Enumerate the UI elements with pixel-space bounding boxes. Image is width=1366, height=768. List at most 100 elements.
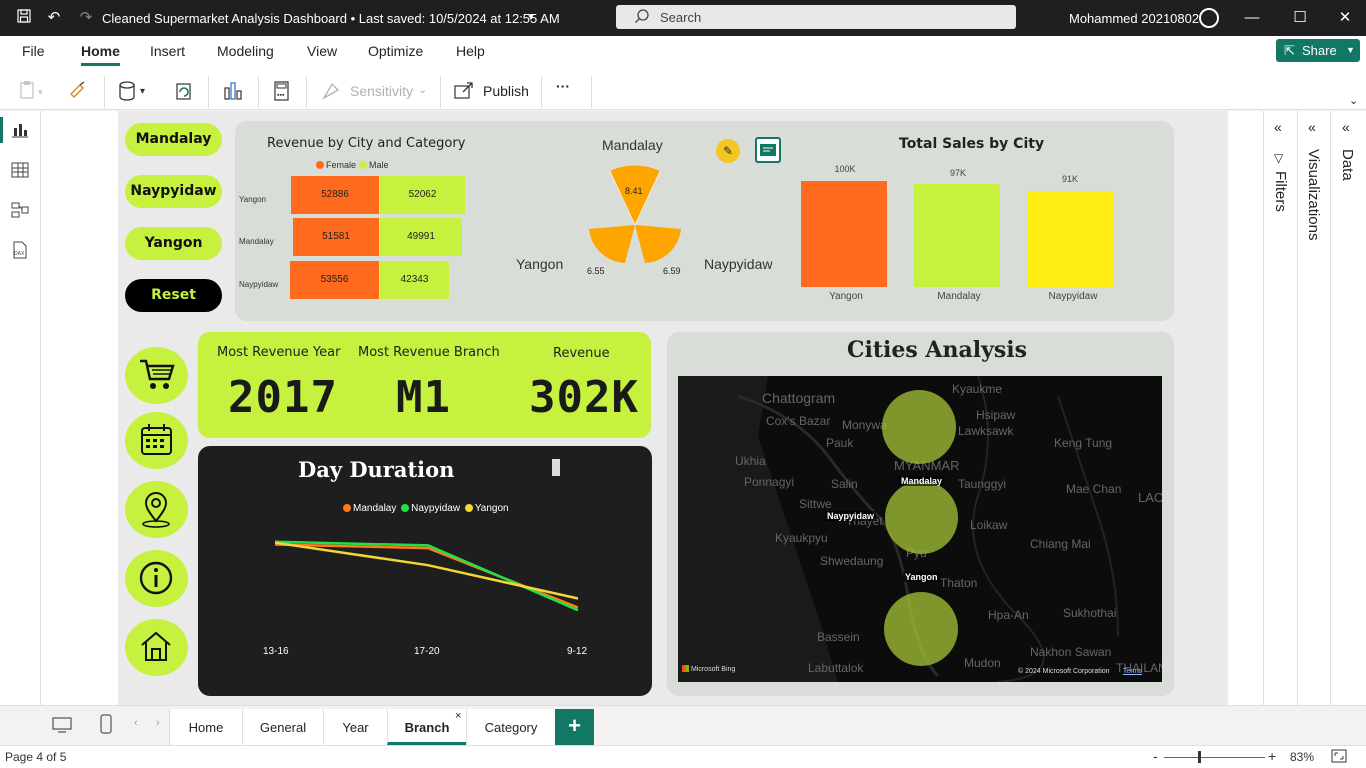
undo-icon[interactable]: ↶ (44, 8, 64, 28)
close-icon[interactable]: ✕ (1335, 8, 1355, 28)
naypyidaw-button[interactable]: Naypyidaw (125, 175, 222, 208)
save-icon[interactable] (14, 8, 34, 28)
legend-naypyidaw: Naypyidaw (411, 503, 461, 514)
map-bubble-naypyidaw[interactable] (885, 481, 958, 554)
cell-naypyidaw-male[interactable]: 42343 (380, 261, 449, 299)
filters-label[interactable]: Filters (1272, 171, 1289, 212)
row-label-mandalay: Mandalay (239, 237, 274, 246)
zoom-slider-thumb[interactable] (1198, 751, 1201, 763)
mobile-layout-icon[interactable] (100, 714, 112, 739)
reset-button[interactable]: Reset (125, 279, 222, 312)
publish-button[interactable]: Publish (453, 78, 533, 104)
map-label: Chiang Mai (1030, 537, 1091, 551)
menu-insert[interactable]: Insert (150, 43, 185, 59)
expand-visualizations-icon[interactable]: « (1308, 119, 1316, 135)
menu-modeling[interactable]: Modeling (217, 43, 274, 59)
map-label: Pauk (826, 436, 854, 450)
line-mandalay[interactable] (274, 543, 579, 609)
home-nav-button[interactable] (125, 619, 188, 676)
cart-nav-button[interactable] (125, 347, 188, 404)
radar-slice-left[interactable] (589, 225, 635, 263)
map-bubble-yangon[interactable] (884, 592, 958, 666)
add-page-button[interactable]: + (555, 709, 594, 745)
maximize-icon[interactable]: ☐ (1290, 8, 1310, 28)
day-duration-legend: Mandalay Naypyidaw Yangon (343, 503, 509, 514)
new-visual-button[interactable] (222, 78, 244, 104)
sensitivity-button[interactable]: Sensitivity ⌄ (320, 78, 432, 104)
scroll-handle[interactable] (552, 459, 560, 476)
map-visual[interactable]: Chattogram Kyaukme Hsipaw Lawksawk Keng … (678, 376, 1162, 682)
map-label: Cox's Bazar (766, 414, 831, 428)
bar-mandalay[interactable] (914, 184, 1000, 287)
prev-page-icon[interactable]: ‹ (134, 717, 138, 729)
cell-mandalay-male[interactable]: 49991 (380, 218, 462, 256)
redo-icon[interactable]: ↷ (76, 8, 96, 28)
avatar-icon[interactable] (1199, 8, 1219, 28)
cell-naypyidaw-female[interactable]: 53556 (290, 261, 379, 299)
expand-data-icon[interactable]: « (1342, 119, 1350, 135)
data-label[interactable]: Data (1339, 149, 1356, 181)
cell-mandalay-female[interactable]: 51581 (293, 218, 379, 256)
map-label: Labuttalok (808, 661, 864, 675)
table-view-icon[interactable] (11, 161, 31, 181)
yangon-button[interactable]: Yangon (125, 227, 222, 260)
share-button[interactable]: ⇱ Share ▼ (1276, 39, 1360, 62)
map-label: Mae Chan (1066, 482, 1122, 496)
ribbon-separator (440, 76, 441, 108)
kpi-revenue-value: 302K (529, 372, 639, 423)
tab-home[interactable]: Home (169, 709, 242, 745)
minimize-icon[interactable]: — (1242, 8, 1262, 28)
menu-view[interactable]: View (307, 43, 337, 59)
ribbon-separator (306, 76, 307, 108)
menu-home[interactable]: Home (81, 43, 120, 66)
report-view-icon[interactable] (11, 121, 31, 141)
desktop-layout-icon[interactable] (52, 716, 72, 739)
mandalay-button[interactable]: Mandalay (125, 123, 222, 156)
legend-female-label: Female (326, 160, 357, 170)
paste-button[interactable]: ▾ (18, 78, 54, 104)
more-options-button[interactable]: ··· (556, 78, 578, 104)
tab-category[interactable]: Category (466, 709, 555, 745)
tab-general[interactable]: General (242, 709, 323, 745)
focus-mode-icon[interactable] (755, 137, 781, 163)
new-measure-button[interactable]: ▪▪▪ (272, 78, 292, 104)
bar-yangon[interactable] (801, 181, 887, 287)
info-nav-button[interactable] (125, 550, 188, 607)
menu-optimize[interactable]: Optimize (368, 43, 423, 59)
bar-naypyidaw[interactable] (1028, 191, 1114, 287)
edit-icon[interactable]: ✎ (716, 139, 740, 163)
zoom-out-icon[interactable]: - (1153, 748, 1158, 764)
tab-year[interactable]: Year (323, 709, 387, 745)
svg-text:▾: ▾ (38, 87, 43, 97)
zoom-in-icon[interactable]: + (1268, 748, 1276, 764)
visualizations-pane: « Visualizations (1297, 111, 1330, 705)
model-view-icon[interactable] (11, 201, 31, 221)
map-terms-link[interactable]: Terms (1123, 668, 1142, 675)
close-tab-icon[interactable]: × (455, 710, 461, 722)
search-icon (634, 8, 650, 27)
location-nav-button[interactable] (125, 481, 188, 538)
map-bubble-mandalay[interactable] (882, 390, 956, 464)
visualizations-label[interactable]: Visualizations (1305, 149, 1322, 240)
refresh-button[interactable] (174, 78, 196, 104)
radar-slice-right[interactable] (635, 225, 681, 263)
radar-chart[interactable] (585, 163, 685, 263)
chevron-down-icon[interactable]: ▼ (521, 8, 541, 28)
next-page-icon[interactable]: › (156, 717, 160, 729)
expand-filters-icon[interactable]: « (1274, 119, 1282, 135)
collapse-ribbon-icon[interactable]: ⌄ (1349, 94, 1358, 107)
menu-help[interactable]: Help (456, 43, 485, 59)
line-naypyidaw[interactable] (274, 540, 579, 612)
cell-yangon-female[interactable]: 52886 (291, 176, 379, 214)
menu-file[interactable]: File (22, 43, 45, 59)
zoom-slider-track[interactable] (1164, 757, 1265, 758)
calendar-nav-button[interactable] (125, 412, 188, 469)
search-box[interactable]: Search (616, 5, 1016, 29)
format-painter-button[interactable] (68, 78, 90, 104)
fit-to-page-icon[interactable] (1331, 749, 1347, 766)
data-pane: « Data (1330, 111, 1366, 705)
day-duration-line-chart[interactable] (240, 520, 610, 630)
cell-yangon-male[interactable]: 52062 (380, 176, 465, 214)
get-data-button[interactable]: ▾ (118, 78, 152, 104)
dax-query-icon[interactable]: DAX (11, 241, 31, 261)
